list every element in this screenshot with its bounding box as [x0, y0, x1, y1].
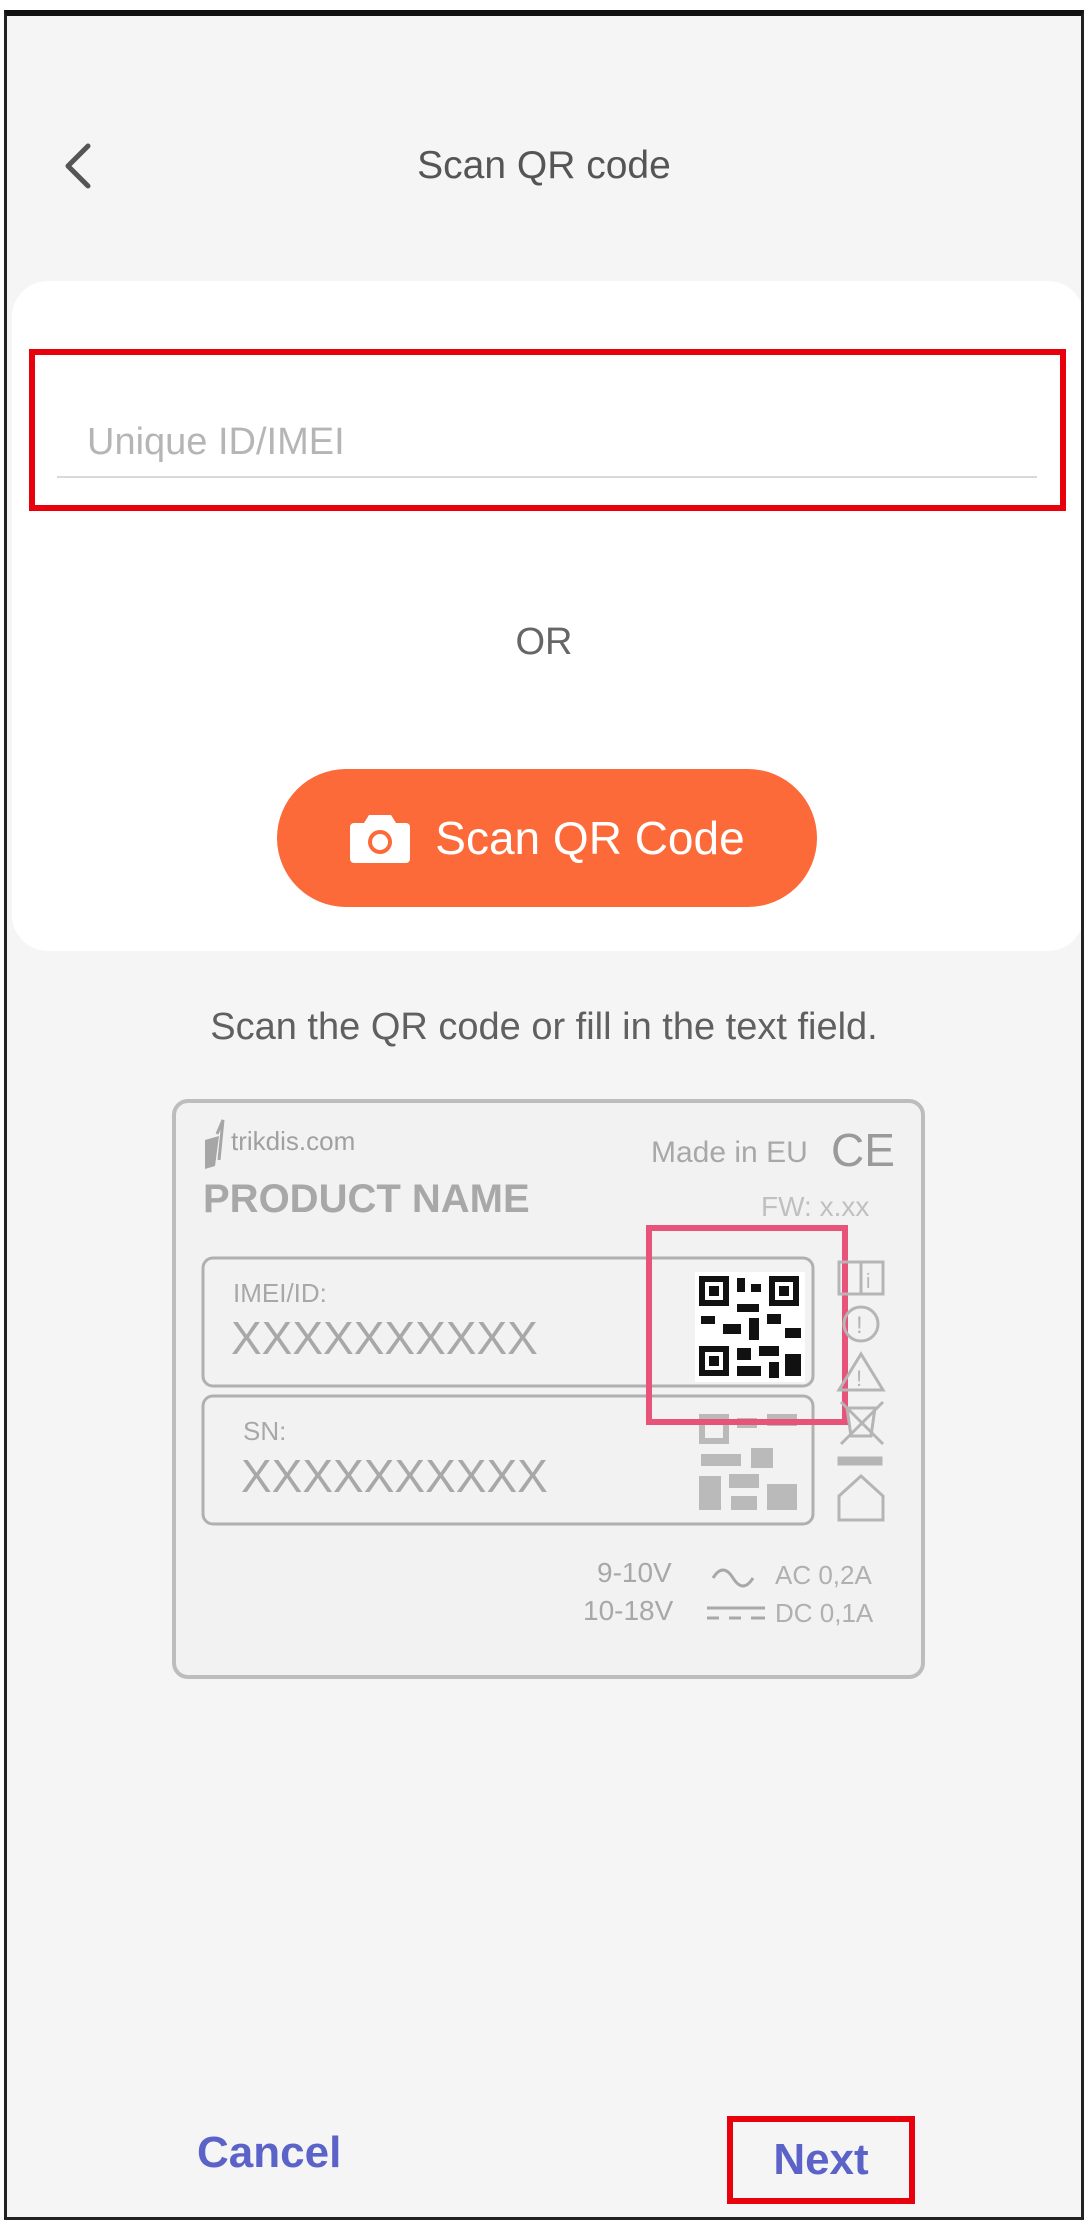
product-name-text: PRODUCT NAME [203, 1177, 530, 1221]
imei-value: XXXXXXXXXX [231, 1312, 538, 1364]
camera-icon [350, 815, 411, 863]
current-ac-text: AC 0,2A [775, 1560, 872, 1590]
next-button-label: Next [773, 2135, 869, 2184]
svg-text:i: i [866, 1271, 870, 1293]
sn-value: XXXXXXXXXX [241, 1450, 548, 1502]
imei-label: IMEI/ID: [233, 1278, 327, 1308]
voltage-dc-text: 10-18V [583, 1595, 674, 1626]
current-dc-text: DC 0,1A [775, 1598, 874, 1628]
fw-text: FW: x.xx [761, 1191, 869, 1222]
svg-text:!: ! [856, 1312, 863, 1339]
made-in-text: Made in EU [651, 1136, 808, 1169]
or-divider-text: OR [515, 621, 573, 663]
next-button[interactable]: Next [727, 2116, 915, 2204]
voltage-ac-text: 9-10V [597, 1557, 672, 1588]
unique-id-input[interactable] [57, 408, 1037, 478]
app-screen: Scan QR code OR Scan QR Code Scan the QR… [4, 10, 1084, 2220]
qr-code-icon [695, 1272, 805, 1382]
brand-text: trikdis.com [231, 1126, 355, 1156]
sn-label: SN: [243, 1416, 286, 1446]
svg-text:!: ! [856, 1366, 862, 1391]
scan-qr-button-label: Scan QR Code [435, 812, 745, 864]
product-label-illustration: trikdis.com Made in EU CE PRODUCT NAME F… [172, 1099, 925, 1679]
instruction-text: Scan the QR code or fill in the text fie… [210, 1006, 878, 1048]
page-title: Scan QR code [417, 144, 671, 187]
cancel-button[interactable]: Cancel [197, 2128, 341, 2178]
ce-mark: CE [831, 1124, 895, 1176]
scan-qr-button[interactable]: Scan QR Code [277, 769, 817, 907]
